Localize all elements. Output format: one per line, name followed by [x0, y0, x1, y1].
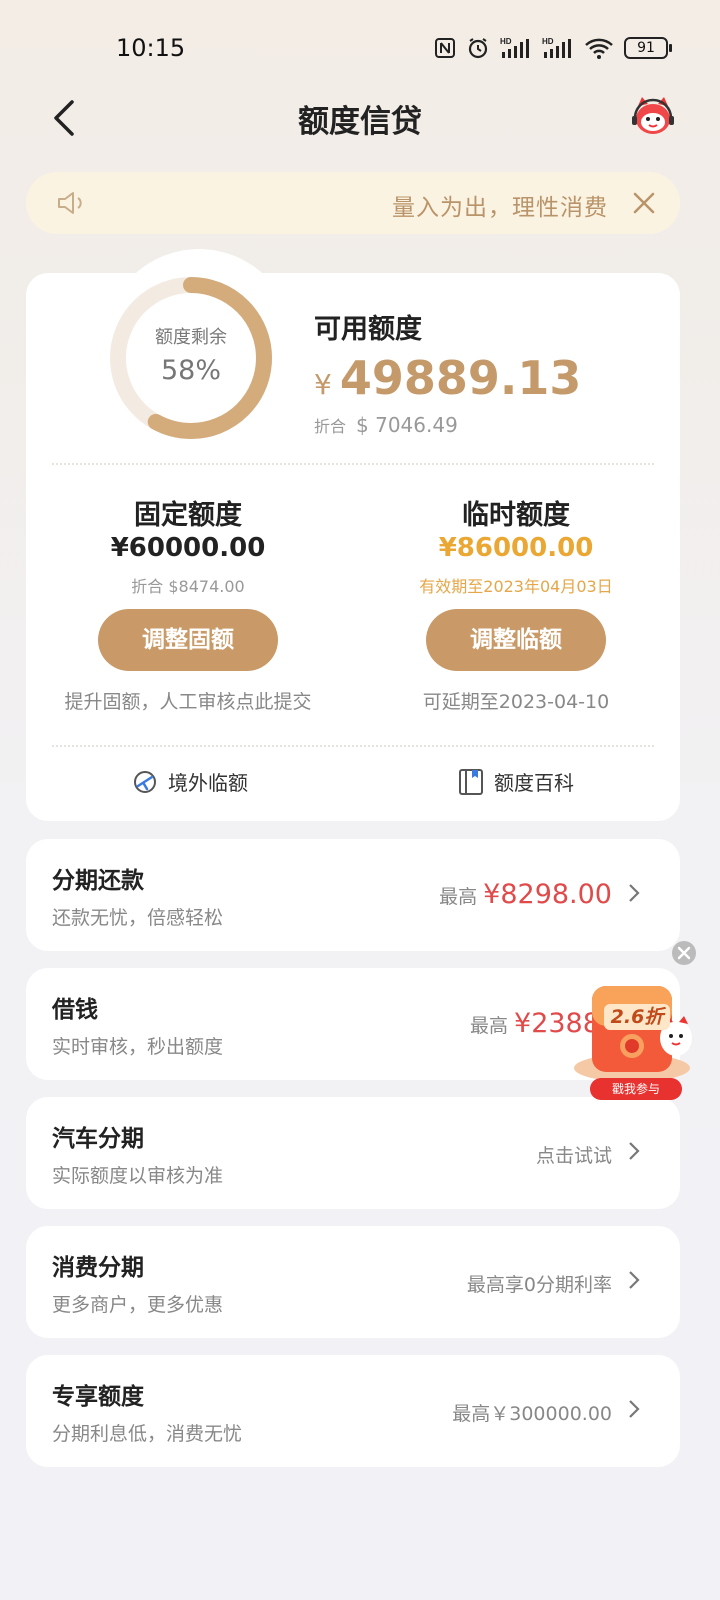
fixed-quota-amount: ¥60000.00 — [110, 533, 266, 563]
list-item-amount: ¥8298.00 — [483, 879, 612, 910]
status-time: 10:15 — [116, 34, 186, 62]
quota-wiki-link[interactable]: 额度百科 — [458, 767, 574, 796]
svg-text:HD: HD — [542, 37, 554, 46]
fixed-quota-title: 固定额度 — [134, 500, 242, 531]
close-icon[interactable] — [630, 189, 658, 217]
list-item-subtitle: 还款无忧，倍感轻松 — [52, 907, 224, 929]
wifi-icon — [585, 38, 613, 59]
ring-label: 额度剩余 — [155, 327, 227, 348]
adjust-fixed-button[interactable]: 调整固额 — [98, 609, 278, 671]
list-item-prefix: 最高 — [439, 886, 478, 908]
list-item-car-installment[interactable]: 汽车分期 实际额度以审核为准 点击试试 — [26, 1097, 680, 1209]
list-item-offer: 最高￥300000.00 — [452, 1403, 612, 1425]
list-item-exclusive-quota[interactable]: 专享额度 分期利息低，消费无忧 最高￥300000.00 — [26, 1355, 680, 1467]
list-item-value: 最高￥300000.00 — [452, 1399, 612, 1426]
quota-card: 额度剩余 58% 可用额度 ¥49889.13 折合 $ 7046.49 固定额度… — [26, 249, 680, 821]
converted-amount: $ 7046.49 — [356, 413, 458, 437]
list-item-subtitle: 实时审核，秒出额度 — [52, 1036, 224, 1058]
notice-banner: 量入为出，理性消费 — [26, 172, 680, 234]
plane-globe-icon — [134, 770, 156, 793]
overseas-temp-quota-link[interactable]: 境外临额 — [132, 767, 248, 796]
list-item-title: 分期还款 — [52, 868, 144, 894]
promo-discount: 2.6折 — [604, 1004, 670, 1030]
fixed-quota-converted: 折合 $8474.00 — [131, 577, 245, 596]
notice-text: 量入为出，理性消费 — [392, 195, 608, 221]
battery-indicator: 91 — [624, 37, 672, 59]
chevron-right-icon — [629, 1142, 640, 1160]
list-item-subtitle: 分期利息低，消费无忧 — [52, 1423, 243, 1445]
available-amount: ¥49889.13 — [314, 351, 581, 405]
signal-hd-2-icon: HD — [542, 37, 571, 58]
alarm-icon — [468, 38, 488, 59]
list-item-title: 消费分期 — [52, 1255, 144, 1281]
nav-bar: 额度信贷 — [0, 90, 720, 146]
divider — [52, 463, 654, 465]
list-item-value: 最高 ¥8298.00 — [439, 879, 612, 910]
quota-wiki-label: 额度百科 — [494, 771, 574, 795]
available-currency: ¥ — [314, 368, 332, 401]
divider — [52, 745, 654, 747]
adjust-temp-button[interactable]: 调整临额 — [426, 609, 606, 671]
list-item-title: 借钱 — [52, 997, 98, 1023]
list-item-value: 最高享0分期利率 — [467, 1270, 612, 1297]
status-icons: HD HD 91 — [434, 36, 672, 60]
chevron-right-icon — [629, 884, 640, 902]
list-item-title: 专享额度 — [52, 1384, 144, 1410]
list-item-prefix: 最高 — [470, 1015, 509, 1037]
temp-quota-validity: 有效期至2023年04月03日 — [419, 577, 613, 596]
list-item-title: 汽车分期 — [52, 1126, 144, 1152]
list-item-subtitle: 更多商户，更多优惠 — [52, 1294, 224, 1316]
temp-quota-amount: ¥86000.00 — [438, 533, 594, 563]
book-icon — [459, 768, 483, 795]
svg-text:HD: HD — [500, 37, 512, 46]
customer-service-button[interactable] — [630, 94, 676, 140]
temp-quota-title: 临时额度 — [462, 500, 570, 531]
red-envelope-icon — [574, 986, 692, 1082]
list-item-action: 点击试试 — [535, 1145, 612, 1167]
converted-label: 折合 — [314, 417, 347, 436]
temp-quota-hint: 可延期至2023-04-10 — [422, 691, 610, 713]
promo-close-icon[interactable] — [671, 940, 697, 966]
mascot-service-icon — [632, 97, 674, 134]
available-value: 49889.13 — [339, 351, 582, 405]
speaker-icon — [58, 192, 82, 214]
list-item-installment-repay[interactable]: 分期还款 还款无忧，倍感轻松 最高 ¥8298.00 — [26, 839, 680, 951]
available-title: 可用额度 — [314, 314, 422, 345]
overseas-temp-quota-label: 境外临额 — [168, 771, 248, 795]
list-item-offer: 最高享0分期利率 — [466, 1274, 612, 1296]
list-item-value: 点击试试 — [536, 1141, 612, 1168]
chevron-right-icon — [629, 1400, 640, 1418]
available-converted: 折合 $ 7046.49 — [314, 413, 458, 437]
page-title: 额度信贷 — [298, 104, 422, 140]
ring-percent: 58% — [160, 355, 221, 386]
floating-promo[interactable]: 2.6折 戳我参与 — [572, 940, 700, 1102]
chevron-right-icon — [629, 1271, 640, 1289]
list-item-subtitle: 实际额度以审核为准 — [52, 1165, 224, 1187]
status-bar: 10:15 HD HD 91 — [0, 0, 720, 100]
list-item-consumer-installment[interactable]: 消费分期 更多商户，更多优惠 最高享0分期利率 — [26, 1226, 680, 1338]
signal-hd-icon: HD — [500, 37, 529, 58]
promo-cta-button[interactable]: 戳我参与 — [590, 1078, 682, 1100]
fixed-quota-hint[interactable]: 提升固额，人工审核点此提交 — [18, 687, 358, 714]
nfc-icon — [435, 38, 455, 58]
